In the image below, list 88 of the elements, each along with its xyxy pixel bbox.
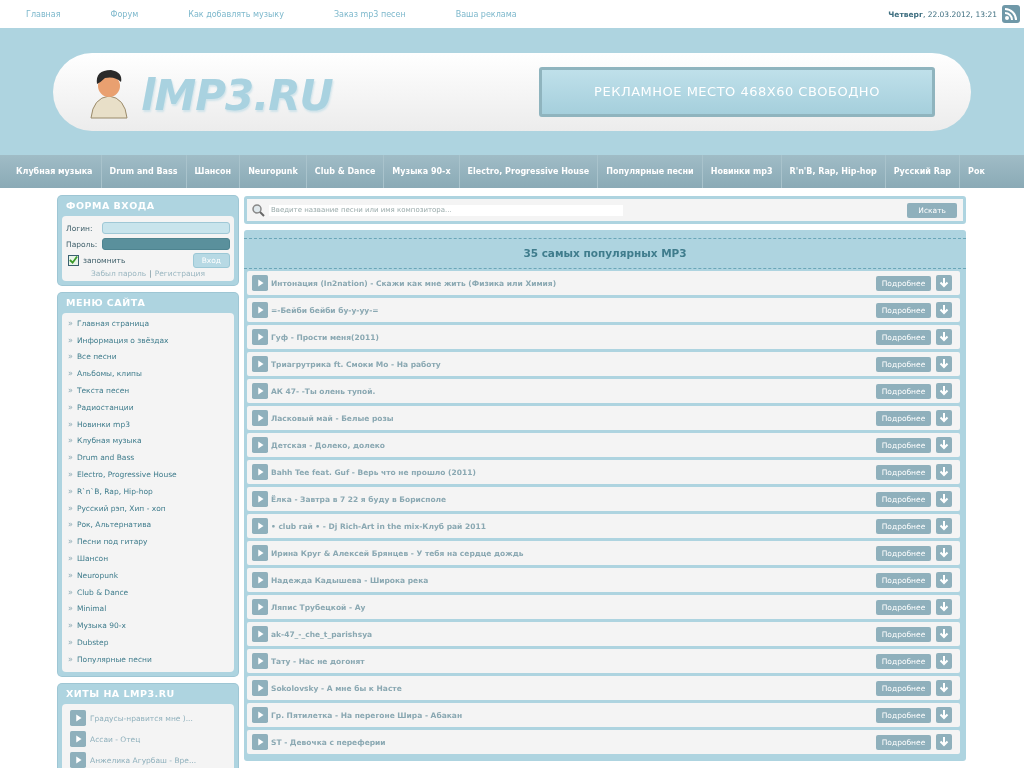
download-icon[interactable]	[936, 275, 952, 291]
panel-title: ФОРМА ВХОДА	[65, 199, 156, 213]
play-icon[interactable]	[252, 410, 268, 426]
nav-item[interactable]: Новинки mp3	[702, 155, 782, 188]
play-icon[interactable]	[252, 464, 268, 480]
bullet-marker: »	[68, 570, 73, 580]
site-logo[interactable]: lMP3.RU	[141, 70, 333, 120]
play-icon[interactable]	[252, 356, 268, 372]
nav-item[interactable]: Drum and Bass	[101, 155, 187, 188]
download-icon[interactable]	[936, 464, 952, 480]
play-icon[interactable]	[252, 680, 268, 696]
download-icon[interactable]	[936, 626, 952, 642]
bullet-marker: »	[68, 369, 73, 379]
bullet-marker: »	[68, 402, 73, 412]
play-icon[interactable]	[70, 752, 86, 768]
bullet-marker: »	[68, 654, 73, 664]
top-link[interactable]: Заказ mp3 песен	[333, 9, 406, 19]
play-icon[interactable]	[252, 275, 268, 291]
download-icon[interactable]	[936, 680, 952, 696]
bullet-marker: »	[68, 503, 73, 513]
download-icon[interactable]	[936, 383, 952, 399]
play-icon[interactable]	[252, 545, 268, 561]
top-link[interactable]: Как добавлять музыку	[188, 9, 284, 19]
bullet-marker: »	[68, 470, 73, 480]
panel-title: МЕНЮ САЙТА	[65, 296, 147, 310]
nav-item[interactable]: Neuropunk	[240, 155, 307, 188]
download-icon[interactable]	[936, 518, 952, 534]
bullet-marker: »	[68, 537, 73, 547]
nav-item[interactable]: Club & Dance	[306, 155, 385, 188]
panel-title: ХИТЫ НА LMP3.RU	[65, 686, 176, 701]
bullet-marker: »	[68, 335, 73, 345]
list-title: 35 самых популярных MP3	[244, 238, 966, 269]
play-icon[interactable]	[252, 383, 268, 399]
nav-item[interactable]: Шансон	[186, 155, 241, 188]
bullet-marker: »	[68, 604, 73, 614]
play-icon[interactable]	[252, 626, 268, 642]
play-icon[interactable]	[252, 302, 268, 318]
bullet-marker: »	[68, 486, 73, 496]
play-icon[interactable]	[252, 437, 268, 453]
nav-item[interactable]: Рок	[960, 155, 993, 188]
nav-item[interactable]: Русский Rap	[885, 155, 961, 188]
bullet-marker: »	[68, 453, 73, 463]
play-icon[interactable]	[252, 734, 268, 750]
download-icon[interactable]	[936, 545, 952, 561]
play-icon[interactable]	[252, 329, 268, 345]
play-icon[interactable]	[70, 731, 86, 748]
bullet-marker: »	[68, 419, 73, 429]
top-link[interactable]: Главная	[26, 9, 61, 19]
login-field[interactable]	[102, 222, 230, 234]
play-icon[interactable]	[70, 710, 86, 727]
play-icon[interactable]	[252, 518, 268, 534]
nav-item[interactable]: Музыка 90-х	[384, 155, 460, 188]
download-icon[interactable]	[936, 599, 952, 615]
search-icon	[251, 203, 265, 217]
bullet-marker: »	[68, 352, 73, 362]
play-icon[interactable]	[252, 653, 268, 669]
download-icon[interactable]	[936, 302, 952, 318]
ad-banner[interactable]: РЕКЛАМНОЕ МЕСТО 468X60 СВОБОДНО	[539, 66, 935, 117]
bullet-marker: »	[68, 554, 73, 564]
download-icon[interactable]	[936, 734, 952, 750]
bullet-marker: »	[68, 318, 73, 328]
download-icon[interactable]	[936, 491, 952, 507]
download-icon[interactable]	[936, 437, 952, 453]
bullet-marker: »	[68, 436, 73, 446]
bullet-marker: »	[68, 520, 73, 530]
bullet-marker: »	[68, 621, 73, 631]
download-icon[interactable]	[936, 356, 952, 372]
play-icon[interactable]	[252, 572, 268, 588]
bullet-marker: »	[68, 587, 73, 597]
bullet-marker: »	[68, 386, 73, 396]
top-link[interactable]: Форум	[110, 9, 139, 19]
nav-item[interactable]: Electro, Progressive House	[459, 155, 599, 188]
nav-item[interactable]: Клубная музыка	[8, 155, 102, 188]
top-link[interactable]: Ваша реклама	[455, 9, 517, 19]
password-field[interactable]	[102, 238, 230, 250]
play-icon[interactable]	[252, 491, 268, 507]
rss-icon[interactable]	[1002, 5, 1020, 23]
remember-checkbox[interactable]	[68, 254, 79, 266]
nav-item[interactable]: R'n'B, Rap, Hip-hop	[781, 155, 886, 188]
download-icon[interactable]	[936, 572, 952, 588]
download-icon[interactable]	[936, 410, 952, 426]
nav-item[interactable]: Популярные песни	[598, 155, 703, 188]
download-icon[interactable]	[936, 707, 952, 723]
play-icon[interactable]	[252, 707, 268, 723]
play-icon[interactable]	[252, 599, 268, 615]
download-icon[interactable]	[936, 653, 952, 669]
bullet-marker: »	[68, 638, 73, 648]
download-icon[interactable]	[936, 329, 952, 345]
